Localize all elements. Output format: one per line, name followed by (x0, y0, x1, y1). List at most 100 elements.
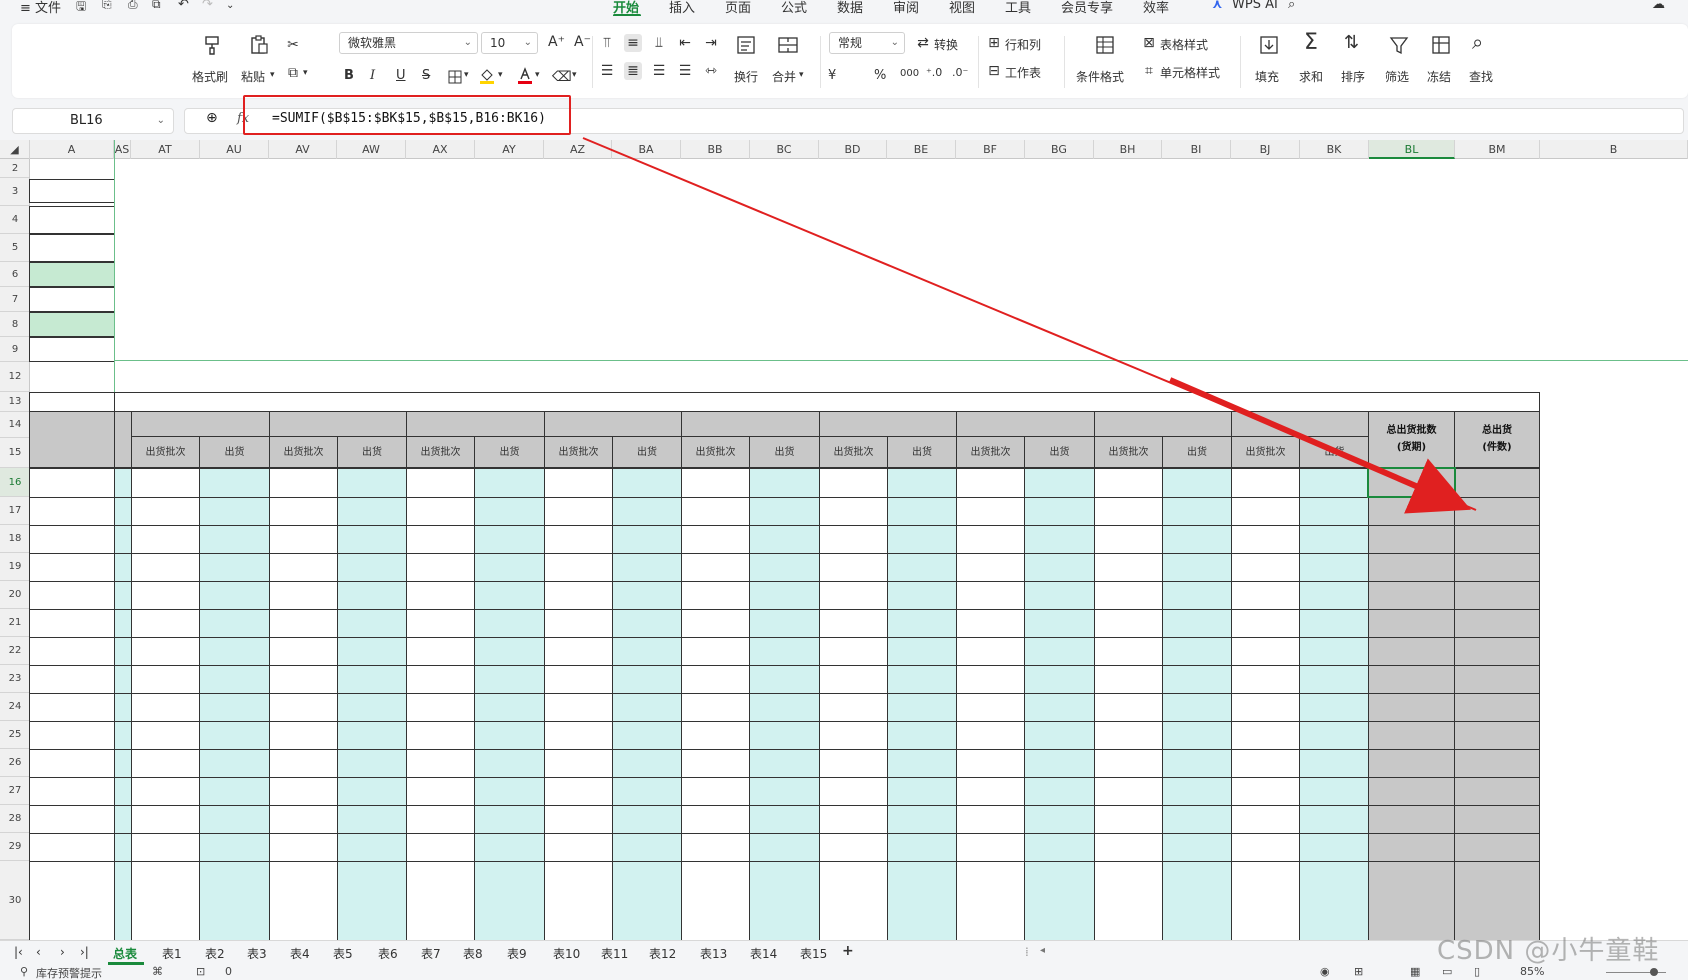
data-batch-cell[interactable] (131, 525, 200, 554)
data-qty-cell[interactable] (1024, 497, 1095, 526)
data-qty-cell[interactable] (887, 749, 957, 778)
data-batch-cell[interactable] (819, 861, 888, 941)
data-batch-cell[interactable] (1231, 553, 1300, 582)
data-qty-cell[interactable] (749, 693, 820, 722)
spacer-cell[interactable] (114, 777, 132, 806)
business-name-13[interactable] (29, 805, 115, 834)
data-batch-cell[interactable] (1231, 805, 1300, 834)
sheet-tab-表4[interactable]: 表4 (290, 945, 310, 962)
layout-icon[interactable]: ⊞ (1354, 966, 1363, 978)
data-batch-cell[interactable] (819, 525, 888, 554)
next-sheet-icon[interactable]: › (60, 945, 65, 959)
data-batch-cell[interactable] (544, 861, 613, 941)
data-batch-cell[interactable] (131, 609, 200, 638)
data-batch-cell[interactable] (819, 665, 888, 694)
data-qty-cell[interactable] (199, 805, 270, 834)
data-qty-cell[interactable] (612, 805, 682, 834)
data-qty-cell[interactable] (1024, 777, 1095, 806)
data-batch-cell[interactable] (956, 581, 1025, 610)
total-qty-cell[interactable] (1454, 609, 1540, 638)
data-qty-cell[interactable] (199, 609, 270, 638)
data-qty-cell[interactable] (612, 497, 682, 526)
business-name-6[interactable] (29, 609, 115, 638)
data-batch-cell[interactable] (544, 637, 613, 666)
data-batch-cell[interactable] (131, 861, 200, 941)
data-batch-cell[interactable] (406, 525, 475, 554)
data-qty-cell[interactable] (474, 665, 545, 694)
data-qty-cell[interactable] (749, 581, 820, 610)
data-qty-cell[interactable] (1299, 468, 1370, 498)
data-batch-cell[interactable] (131, 553, 200, 582)
sheet-tab-表7[interactable]: 表7 (421, 945, 441, 962)
data-batch-cell[interactable] (1231, 833, 1300, 862)
data-batch-cell[interactable] (1231, 777, 1300, 806)
data-batch-cell[interactable] (269, 581, 338, 610)
data-batch-cell[interactable] (544, 581, 613, 610)
data-batch-cell[interactable] (1094, 721, 1163, 750)
update-time-value[interactable] (114, 392, 1540, 412)
total-qty-cell[interactable] (1454, 637, 1540, 666)
data-batch-cell[interactable] (131, 637, 200, 666)
spacer-cell[interactable] (114, 553, 132, 582)
data-qty-cell[interactable] (199, 721, 270, 750)
data-batch-cell[interactable] (956, 805, 1025, 834)
data-qty-cell[interactable] (1024, 637, 1095, 666)
data-qty-cell[interactable] (749, 833, 820, 862)
data-qty-cell[interactable] (612, 833, 682, 862)
data-qty-cell[interactable] (337, 833, 407, 862)
data-batch-cell[interactable] (956, 497, 1025, 526)
data-qty-cell[interactable] (749, 553, 820, 582)
data-batch-cell[interactable] (1094, 609, 1163, 638)
data-qty-cell[interactable] (612, 749, 682, 778)
data-qty-cell[interactable] (1299, 861, 1370, 941)
data-batch-cell[interactable] (1231, 525, 1300, 554)
data-qty-cell[interactable] (474, 861, 545, 941)
data-qty-cell[interactable] (1162, 525, 1232, 554)
data-qty-cell[interactable] (337, 665, 407, 694)
data-batch-cell[interactable] (269, 468, 338, 498)
data-qty-cell[interactable] (199, 861, 270, 941)
data-qty-cell[interactable] (612, 777, 682, 806)
first-sheet-icon[interactable]: |‹ (14, 945, 23, 959)
data-qty-cell[interactable] (1162, 609, 1232, 638)
sheet-tab-表5[interactable]: 表5 (333, 945, 353, 962)
data-batch-cell[interactable] (269, 721, 338, 750)
data-qty-cell[interactable] (199, 833, 270, 862)
total-qty-cell[interactable] (1454, 665, 1540, 694)
macro-icon[interactable]: ⌘ (152, 966, 163, 978)
data-qty-cell[interactable] (337, 861, 407, 941)
data-qty-cell[interactable] (1162, 721, 1232, 750)
data-qty-cell[interactable] (612, 468, 682, 498)
data-qty-cell[interactable] (612, 609, 682, 638)
data-batch-cell[interactable] (269, 861, 338, 941)
data-qty-cell[interactable] (1024, 693, 1095, 722)
business-name-15[interactable] (29, 861, 115, 941)
data-batch-cell[interactable] (406, 665, 475, 694)
data-batch-cell[interactable] (131, 693, 200, 722)
data-qty-cell[interactable] (749, 777, 820, 806)
data-batch-cell[interactable] (819, 721, 888, 750)
data-qty-cell[interactable] (612, 861, 682, 941)
data-qty-cell[interactable] (1299, 525, 1370, 554)
data-qty-cell[interactable] (1299, 581, 1370, 610)
data-batch-cell[interactable] (131, 581, 200, 610)
data-batch-cell[interactable] (956, 637, 1025, 666)
business-name-4[interactable] (29, 553, 115, 582)
data-batch-cell[interactable] (819, 497, 888, 526)
data-qty-cell[interactable] (337, 693, 407, 722)
total-batch-cell[interactable] (1368, 553, 1455, 582)
business-name-8[interactable] (29, 665, 115, 694)
data-qty-cell[interactable] (474, 693, 545, 722)
spacer-cell[interactable] (114, 721, 132, 750)
data-batch-cell[interactable] (681, 637, 750, 666)
data-qty-cell[interactable] (887, 581, 957, 610)
data-batch-cell[interactable] (681, 861, 750, 941)
data-batch-cell[interactable] (681, 468, 750, 498)
total-qty-cell[interactable] (1454, 581, 1540, 610)
data-qty-cell[interactable] (612, 553, 682, 582)
data-batch-cell[interactable] (1094, 581, 1163, 610)
data-batch-cell[interactable] (131, 749, 200, 778)
data-qty-cell[interactable] (1299, 497, 1370, 526)
data-batch-cell[interactable] (681, 693, 750, 722)
data-qty-cell[interactable] (1162, 693, 1232, 722)
